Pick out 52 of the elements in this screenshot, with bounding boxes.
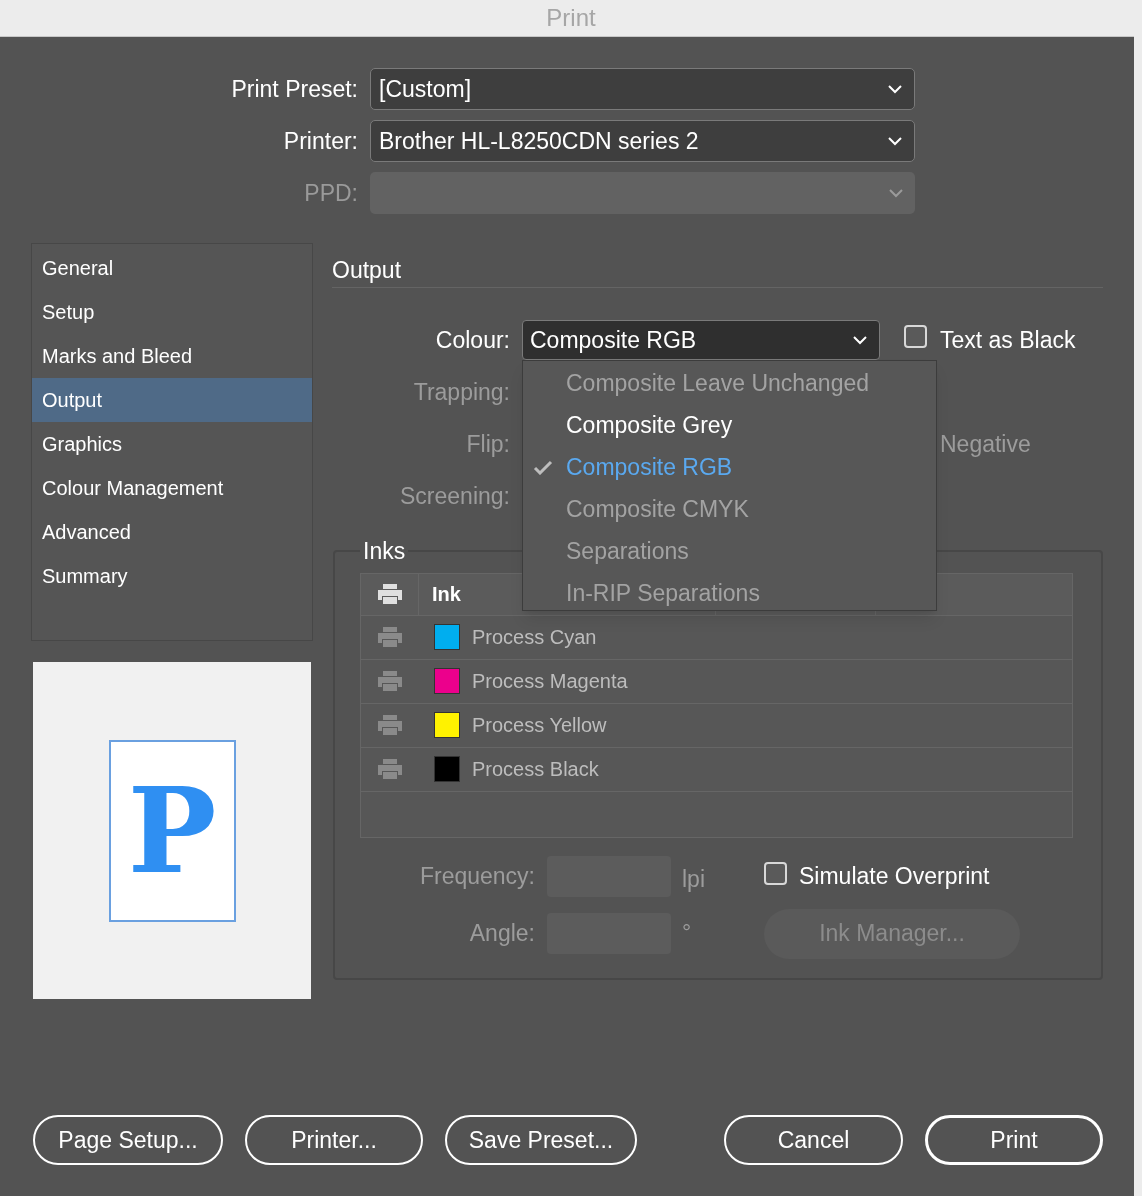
sidebar-item[interactable]: Colour Management: [32, 466, 312, 510]
sidebar-item[interactable]: Advanced: [32, 510, 312, 554]
dialog-button[interactable]: Save Preset...: [445, 1115, 637, 1165]
field-label: Colour:: [434, 325, 510, 355]
colour-dropdown[interactable]: Composite RGB: [522, 320, 880, 360]
field-label: Printer:: [282, 126, 358, 156]
printer-icon: [377, 670, 403, 692]
dropdown[interactable]: [Custom]: [370, 68, 915, 110]
field-label: Frequency:: [418, 862, 535, 892]
preview-letter: P: [127, 771, 217, 890]
field-label: Flip:: [465, 429, 510, 459]
checkmark-icon: [533, 460, 553, 475]
field-label: Print Preset:: [230, 74, 358, 104]
ink-name: Process Yellow: [472, 713, 607, 738]
dropdown[interactable]: Brother HL-L8250CDN series 2: [370, 120, 915, 162]
chevron-icon: [888, 136, 902, 146]
sidebar-item[interactable]: Setup: [32, 290, 312, 334]
sidebar-item[interactable]: Output: [32, 378, 312, 422]
unit-label: lpi: [682, 864, 706, 894]
chevron-icon: [888, 84, 902, 94]
group-title: Inks: [362, 537, 407, 566]
printer-icon: [376, 583, 403, 605]
checkbox[interactable]: [764, 861, 787, 885]
ink-name: Process Magenta: [472, 669, 628, 694]
unit-label: °: [682, 917, 693, 947]
field-label: Trapping:: [412, 377, 510, 407]
chevron-icon: [889, 188, 903, 198]
checkbox-label: Simulate Overprint: [799, 862, 990, 892]
sidebar-item[interactable]: Graphics: [32, 422, 312, 466]
ink-name: Process Black: [472, 757, 599, 782]
field-label: PPD:: [303, 178, 358, 208]
column-header: Ink: [432, 582, 461, 607]
window-title: Print: [546, 3, 596, 33]
dialog-button[interactable]: Print: [925, 1115, 1103, 1165]
printer-icon: [377, 758, 403, 780]
ink-name: Process Cyan: [472, 625, 597, 650]
checkbox-label: Negative: [940, 429, 1031, 459]
printer-icon: [377, 626, 403, 648]
printer-icon: [377, 714, 403, 736]
field-label: Angle:: [468, 919, 535, 949]
section-title: Output: [332, 256, 403, 285]
sidebar-item[interactable]: Summary: [32, 554, 312, 598]
menu-item[interactable]: Composite Grey: [523, 404, 936, 446]
field-label: Screening:: [399, 481, 510, 511]
dialog-button[interactable]: Cancel: [724, 1115, 903, 1165]
checkbox-label: Text as Black: [940, 325, 1076, 355]
sidebar-item[interactable]: General: [32, 246, 312, 290]
chevron-icon: [853, 335, 867, 345]
sidebar-item[interactable]: Marks and Bleed: [32, 334, 312, 378]
dialog-button[interactable]: Page Setup...: [33, 1115, 223, 1165]
checkbox[interactable]: [904, 325, 927, 348]
dialog-button[interactable]: Printer...: [245, 1115, 423, 1165]
